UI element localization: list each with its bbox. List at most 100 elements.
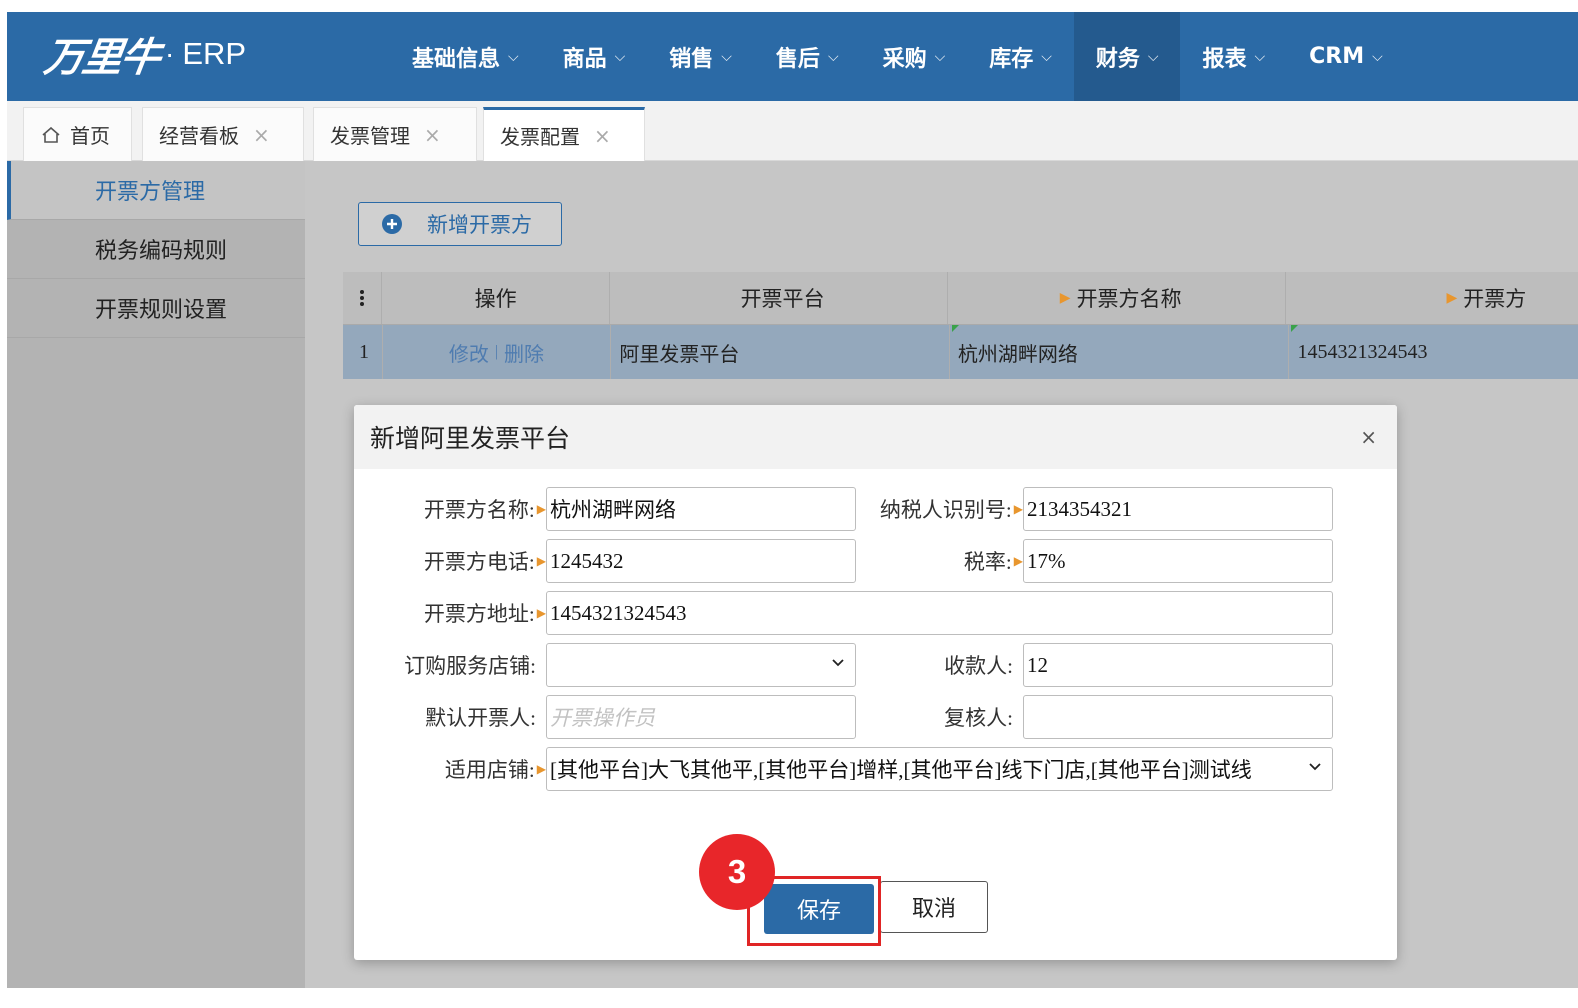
phone-input[interactable]: 1245432 <box>546 539 856 583</box>
sidebar-item-invoice-rules[interactable]: 开票规则设置 <box>7 279 305 338</box>
sidebar-item-issuer-management[interactable]: 开票方管理 <box>7 161 305 220</box>
nav-item-crm[interactable]: CRM ⌵ <box>1287 12 1405 101</box>
header-label: 开票方名称 <box>1076 287 1182 311</box>
more-vertical-icon <box>360 290 365 306</box>
label-text: 开票方名称: <box>423 498 535 522</box>
dialog-header: 新增阿里发票平台 <box>354 405 1397 469</box>
tax-rate-input[interactable]: 17% <box>1023 539 1333 583</box>
brand-logo[interactable]: 万里牛 · ERP <box>41 24 247 84</box>
add-issuer-label: 新增开票方 <box>427 213 532 237</box>
nav-item-basic-info[interactable]: 基础信息 ⌵ <box>390 12 541 101</box>
nav-label: CRM <box>1309 44 1365 69</box>
nav-label: 采购 <box>882 46 927 72</box>
tax-id-label: 纳税人识别号: ▶ <box>864 487 1023 531</box>
chevron-down-icon: ⌵ <box>508 48 519 65</box>
sidebar-item-label: 开票规则设置 <box>95 297 228 322</box>
required-marker-icon: ▶ <box>536 761 546 776</box>
required-marker-icon: ▶ <box>1013 501 1023 516</box>
nav-item-finance[interactable]: 财务 ⌵ <box>1073 12 1181 101</box>
nav-item-after-sales[interactable]: 售后 ⌵ <box>754 12 861 101</box>
address-input[interactable]: 1454321324543 <box>546 591 1333 635</box>
address-label: 开票方地址: ▶ <box>374 591 546 635</box>
nav-label: 售后 <box>775 46 820 72</box>
header-platform: 开票平台 <box>610 272 948 324</box>
order-shop-select[interactable] <box>546 643 856 687</box>
chevron-down-icon: ⌵ <box>1254 48 1266 65</box>
header-issuer-name[interactable]: ▶ 开票方名称 <box>948 272 1287 324</box>
row-issuer-name: 杭州湖畔网络 <box>950 325 1290 379</box>
logo-product: ERP <box>182 36 247 71</box>
sidebar-item-tax-code-rules[interactable]: 税务编码规则 <box>7 220 305 279</box>
chevron-down-icon: ⌵ <box>1372 48 1383 65</box>
edit-link[interactable]: 修改 <box>449 338 489 367</box>
cancel-button[interactable]: 取消 <box>880 881 988 933</box>
main-menu: 基础信息 ⌵ 商品 ⌵ 销售 ⌵ 售后 ⌵ 采购 ⌵ 库存 ⌵ 财务 ⌵ 报表 ⌵ CRM ⌵ <box>390 12 1405 101</box>
chevron-down-icon: ⌵ <box>934 48 946 65</box>
delete-link[interactable]: 删除 <box>504 338 544 367</box>
required-marker-icon: ▶ <box>1013 553 1023 568</box>
form-row: 开票方电话: ▶ 1245432 税率: ▶ 17% <box>354 539 1397 583</box>
table-row[interactable]: 1 修改 | 删除 阿里发票平台 杭州湖畔网络 1454321324543 <box>343 325 1578 379</box>
tab-invoice-config[interactable]: 发票配置 × <box>483 107 645 161</box>
chevron-down-icon <box>1309 763 1321 771</box>
tab-dashboard[interactable]: 经营看板 × <box>142 107 304 161</box>
home-icon <box>42 126 60 143</box>
reviewer-label: 复核人: <box>944 706 1013 730</box>
label-text: 税率: <box>963 550 1012 574</box>
close-icon[interactable]: × <box>594 124 611 148</box>
header-actions: 操作 <box>382 272 611 324</box>
tax-id-input[interactable]: 2134354321 <box>1023 487 1333 531</box>
issuer-table: 操作 开票平台 ▶ 开票方名称 ▶ 开票方 1 修改 | 删除 阿里发票平台 杭州湖… <box>343 272 1578 379</box>
tax-rate-label: 税率: ▶ <box>864 539 1023 583</box>
issuer-name-input[interactable]: 杭州湖畔网络 <box>546 487 856 531</box>
nav-item-purchase[interactable]: 采购 ⌵ <box>861 12 968 101</box>
column-menu-icon[interactable] <box>343 272 383 324</box>
tab-label: 发票配置 <box>500 125 580 149</box>
shops-select[interactable]: [其他平台]大飞其他平,[其他平台]增样,[其他平台]线下门店,[其他平台]测试… <box>546 747 1333 791</box>
default-issuer-input[interactable]: 开票操作员 <box>546 695 856 739</box>
nav-item-sales[interactable]: 销售 ⌵ <box>647 12 754 101</box>
shops-label: 适用店铺: ▶ <box>374 747 546 791</box>
nav-label: 报表 <box>1202 46 1247 72</box>
chevron-down-icon: ⌵ <box>614 48 626 65</box>
nav-item-reports[interactable]: 报表 ⌵ <box>1180 12 1287 101</box>
tab-invoice-management[interactable]: 发票管理 × <box>313 107 477 161</box>
required-marker-icon: ▶ <box>1446 290 1458 306</box>
sidebar: 开票方管理 税务编码规则 开票规则设置 <box>7 161 305 988</box>
payee-label: 收款人: <box>944 654 1013 678</box>
close-icon[interactable]: × <box>253 123 270 147</box>
nav-item-inventory[interactable]: 库存 ⌵ <box>967 12 1074 101</box>
chevron-down-icon: ⌵ <box>1041 48 1052 65</box>
required-marker-icon: ▶ <box>536 605 546 620</box>
row-index: 1 <box>343 325 383 379</box>
plus-circle-icon <box>382 214 402 234</box>
app-frame: 万里牛 · ERP 基础信息 ⌵ 商品 ⌵ 销售 ⌵ 售后 ⌵ 采购 ⌵ 库存 ⌵ 财务 ⌵ … <box>7 12 1578 988</box>
chevron-down-icon <box>832 659 844 667</box>
sidebar-item-label: 税务编码规则 <box>95 238 228 263</box>
table-header: 操作 开票平台 ▶ 开票方名称 ▶ 开票方 <box>343 272 1578 325</box>
nav-item-goods[interactable]: 商品 ⌵ <box>541 12 648 101</box>
label-text: 开票方地址: <box>423 602 535 626</box>
top-navbar: 万里牛 · ERP 基础信息 ⌵ 商品 ⌵ 销售 ⌵ 售后 ⌵ 采购 ⌵ 库存 ⌵ 财务 ⌵ … <box>7 12 1578 101</box>
dirty-marker-icon <box>1291 325 1299 332</box>
label-text: 适用店铺: <box>444 758 535 782</box>
logo-mark: 万里牛 <box>41 34 162 81</box>
row-actions: 修改 | 删除 <box>383 325 612 379</box>
chevron-down-icon: ⌵ <box>827 48 839 65</box>
payee-input[interactable]: 12 <box>1023 643 1333 687</box>
close-icon[interactable]: × <box>1360 425 1377 449</box>
tab-home[interactable]: 首页 <box>23 107 132 161</box>
chevron-down-icon: ⌵ <box>721 48 732 65</box>
close-icon[interactable]: × <box>424 123 441 147</box>
form-row: 开票方名称: ▶ 杭州湖畔网络 纳税人识别号: ▶ 2134354321 <box>354 487 1397 531</box>
nav-label: 库存 <box>989 46 1034 72</box>
nav-label: 基础信息 <box>412 46 501 72</box>
form-row: 开票方地址: ▶ 1454321324543 <box>354 591 1397 635</box>
row-platform: 阿里发票平台 <box>611 325 950 379</box>
step-badge: 3 <box>699 834 775 910</box>
header-issuer-extra[interactable]: ▶ 开票方 <box>1286 272 1578 324</box>
required-marker-icon: ▶ <box>1059 290 1071 306</box>
add-issuer-button[interactable]: 新增开票方 <box>358 202 562 246</box>
dialog-title: 新增阿里发票平台 <box>370 426 571 453</box>
reviewer-input[interactable] <box>1023 695 1333 739</box>
